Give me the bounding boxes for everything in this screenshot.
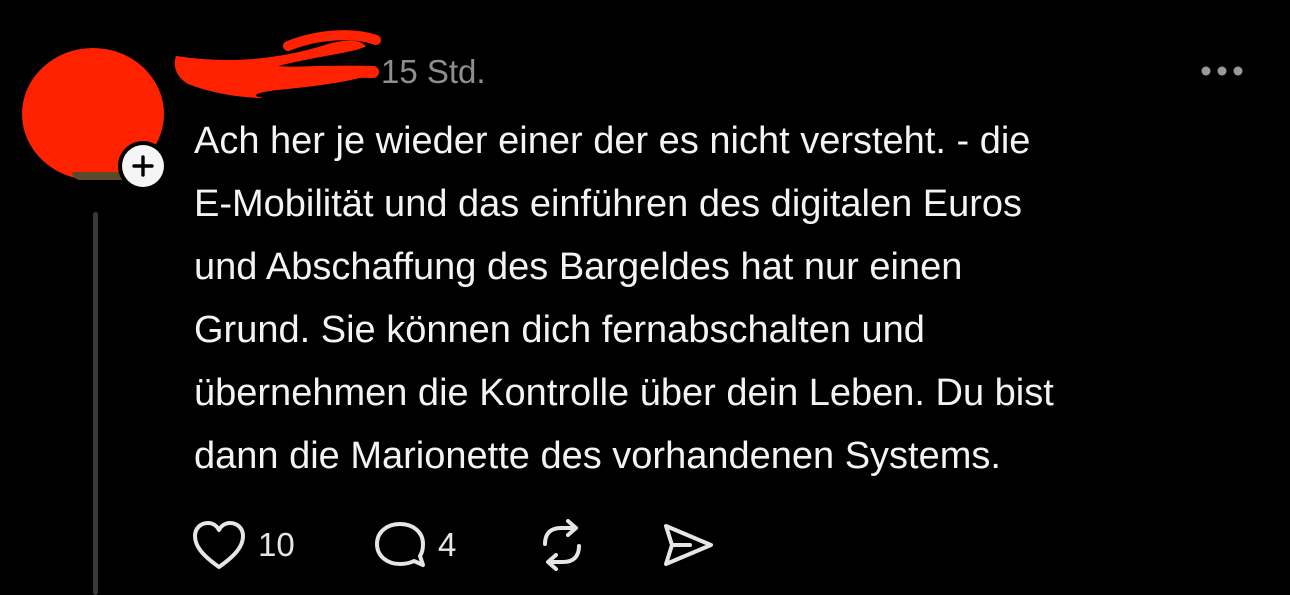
reply-count: 4 [438,526,457,563]
reply-button[interactable]: 4 [372,515,456,575]
thread-line [93,212,98,595]
repost-button[interactable] [535,515,589,575]
like-button[interactable]: 10 [190,515,295,575]
follow-badge[interactable] [122,145,164,187]
post-body-text: Ach her je wieder einer der es nicht ver… [194,120,1054,477]
avatar[interactable] [22,48,172,191]
more-horizontal-icon [1201,66,1243,76]
thread-post: 15 Std. Ach her je wieder einer der es n… [0,0,1290,595]
post-timestamp: 15 Std. [381,53,486,90]
heart-icon [193,521,245,569]
follow-button[interactable] [118,141,168,191]
repost-icon [543,519,581,571]
send-icon [664,524,713,566]
share-button[interactable] [660,515,716,575]
plus-icon [132,155,154,177]
more-options-button[interactable] [1196,56,1248,86]
like-count: 10 [258,526,295,563]
comment-icon [375,522,425,567]
username-redaction [174,30,381,98]
